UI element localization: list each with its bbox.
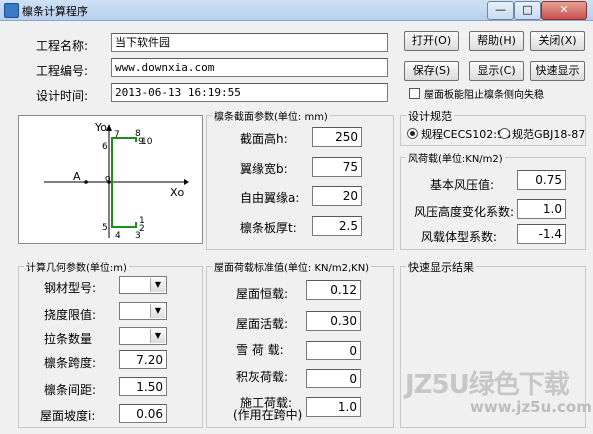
ash-load-label: 积灰荷载: [236,370,289,384]
flange-width-field[interactable]: 75 [312,157,362,177]
plate-thickness-field[interactable]: 2.5 [312,216,362,236]
free-flange-label: 自由翼缘a: [240,191,300,205]
project-name-field[interactable]: 当下软件园 [111,33,388,52]
roof-brace-label: 屋面板能阻止檩条侧向失稳 [424,90,544,101]
construction-load-field[interactable]: 1.0 [306,397,361,417]
node-label-6: 6 [102,142,108,152]
x-axis-label: Xo [170,186,185,199]
quick-show-button[interactable]: 快速显示 [530,61,585,81]
roof-load-title: 屋面荷载标准值(单位: KN/m2,KN) [212,259,372,274]
section-params-group [206,115,394,250]
x-axis-arrow-icon [184,179,189,185]
flange-width-label: 翼缘宽b: [240,162,288,176]
code-gbj-label: 规范GBJ18-87 [512,128,586,141]
chevron-down-icon: ▼ [150,278,165,292]
roof-load-group [206,266,394,428]
node-label-10: 10 [141,137,153,147]
snow-load-field[interactable]: 0 [306,341,361,360]
y-axis-label: Yo [95,121,107,134]
open-button[interactable]: 打开(O) [404,31,459,51]
node-label-3: 3 [135,231,141,241]
live-load-label: 屋面活载: [236,317,289,331]
quick-result-title: 快速显示结果 [406,259,476,275]
ash-load-field[interactable]: 0 [306,369,361,388]
code-gbj-radio[interactable] [499,128,510,139]
app-icon [4,3,19,18]
geometry-title: 计算几何参数(单位:m) [24,259,129,274]
section-diagram: Yo Xo A 1 2 3 4 5 6 7 8 9 10 o [18,115,203,244]
purlin-span-field[interactable]: 7.20 [119,350,167,369]
tie-count-label: 拉条数量 [44,332,93,346]
minimize-button[interactable]: — [487,1,514,20]
node-label-5: 5 [102,223,108,233]
roof-slope-label: 屋面坡度i: [40,409,96,423]
show-button[interactable]: 显示(C) [469,61,524,81]
roof-slope-field[interactable]: 0.06 [119,404,167,423]
code-cecs-label: 规程CECS102:98 [421,128,511,141]
height-coef-field[interactable]: 1.0 [517,199,566,219]
point-a-marker [84,180,88,184]
base-wind-field[interactable]: 0.75 [517,170,566,190]
watermark-url: www.jz5u.com [470,398,592,416]
chevron-down-icon: ▼ [150,329,165,343]
design-time-field[interactable]: 2013-06-13 16:19:55 [111,83,388,102]
save-button[interactable]: 保存(S) [404,61,459,81]
section-height-label: 截面高h: [240,132,288,146]
watermark-logo: JZ5U绿色下载 [405,370,570,400]
project-code-label: 工程编号: [36,64,89,78]
node-label-4: 4 [115,231,121,241]
chevron-down-icon: ▼ [150,304,165,318]
construction-load-note: (作用在跨中) [233,408,303,422]
steel-type-label: 钢材型号: [44,281,97,295]
snow-load-label: 雪 荷 载: [236,343,284,357]
purlin-spacing-label: 檩条间距: [44,383,97,397]
maximize-button[interactable]: □ [514,1,541,20]
plate-thickness-label: 檩条板厚t: [240,221,297,235]
steel-type-select[interactable]: ▼ [119,276,167,294]
dead-load-label: 屋面恒载: [236,287,289,301]
centroid-label: o [105,174,111,184]
project-name-label: 工程名称: [36,39,89,53]
close-button[interactable]: 关闭(X) [530,31,585,51]
deflection-limit-label: 挠度限值: [44,308,97,322]
window-title: 檩条计算程序 [22,5,88,18]
roof-brace-checkbox[interactable] [409,88,420,99]
base-wind-label: 基本风压值: [430,178,495,192]
design-time-label: 设计时间: [36,89,89,103]
project-code-field[interactable]: www.downxia.com [111,58,388,77]
live-load-field[interactable]: 0.30 [306,311,361,331]
help-button[interactable]: 帮助(H) [469,31,524,51]
deflection-limit-select[interactable]: ▼ [119,302,167,320]
free-flange-field[interactable]: 20 [312,186,362,206]
point-a-label: A [73,170,81,183]
section-height-field[interactable]: 250 [312,127,362,147]
dead-load-field[interactable]: 0.12 [306,280,361,300]
wind-load-title: 风荷载(单位:KN/m2) [406,150,505,165]
tie-count-select[interactable]: ▼ [119,327,167,345]
code-cecs-radio[interactable] [407,128,418,139]
close-window-button[interactable]: ✕ [541,1,587,20]
shape-coef-label: 风载体型系数: [421,230,498,244]
node-label-7: 7 [114,130,120,140]
purlin-span-label: 檩条跨度: [44,356,97,370]
section-params-title: 檩条截面参数(单位: mm) [212,108,330,123]
design-code-title: 设计规范 [406,108,454,124]
purlin-spacing-field[interactable]: 1.50 [119,377,167,396]
shape-coef-field[interactable]: -1.4 [517,224,566,244]
height-coef-label: 风压高度变化系数: [414,205,515,219]
